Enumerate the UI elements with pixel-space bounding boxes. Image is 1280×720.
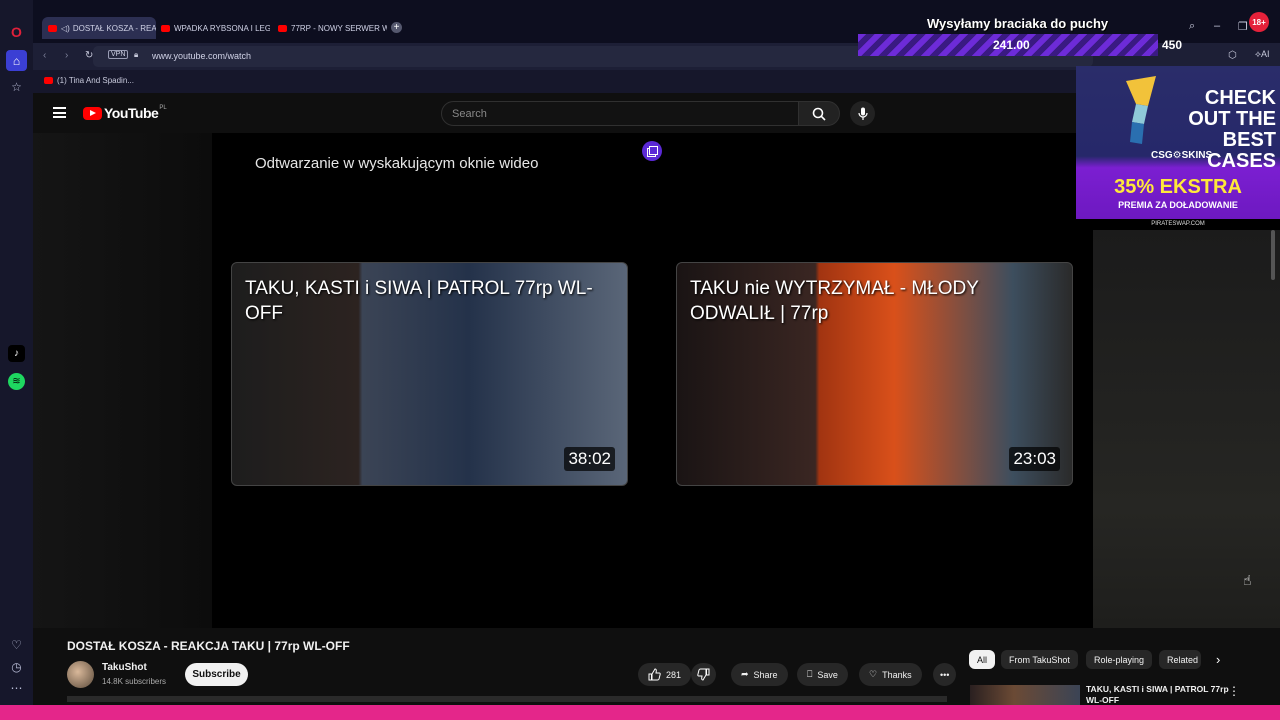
related-thumbnail[interactable]: [970, 685, 1080, 705]
ad-brand: CSG⚙SKINS: [1151, 150, 1213, 161]
description-strip: [67, 696, 947, 702]
endscreen-video-card[interactable]: TAKU nie WYTRZYMAŁ - MŁODY ODWALIŁ | 77r…: [676, 262, 1073, 486]
youtube-favicon-icon: [161, 24, 170, 32]
forward-icon[interactable]: ›: [65, 50, 68, 61]
ambient-right: [1093, 230, 1280, 628]
stream-bottom-bar: [0, 705, 1280, 720]
youtube-play-icon: [83, 106, 102, 120]
ambient-left: [33, 133, 212, 628]
opera-logo-icon[interactable]: O: [8, 23, 25, 40]
share-button[interactable]: ➦ Share: [731, 663, 788, 686]
card-duration: 38:02: [564, 447, 615, 471]
back-icon[interactable]: ‹: [43, 50, 46, 61]
url-text[interactable]: www.youtube.com/watch: [152, 51, 251, 61]
thanks-button[interactable]: ♡ Thanks: [859, 663, 922, 686]
card-title: TAKU, KASTI i SIWA | PATROL 77rp WL-OFF: [245, 278, 593, 324]
spotify-icon[interactable]: ≋: [8, 373, 25, 390]
search-icon: [812, 107, 826, 121]
ad-promo: 35% EKSTRA: [1114, 176, 1242, 198]
like-count: 281: [666, 669, 682, 680]
card-duration: 23:03: [1009, 447, 1060, 471]
youtube-logo-text: YouTube: [104, 105, 159, 121]
home-icon[interactable]: ⌂: [6, 50, 27, 71]
thanks-icon: ♡: [869, 669, 878, 679]
more-icon[interactable]: ⋯: [8, 679, 25, 696]
dislike-button[interactable]: [691, 663, 716, 686]
like-button[interactable]: 281: [638, 663, 692, 686]
heart-icon[interactable]: ♡: [8, 636, 25, 653]
chip-role-playing[interactable]: Role-playing: [1086, 650, 1153, 669]
vpn-badge[interactable]: VPN: [108, 50, 129, 59]
goal-current: 241.00: [993, 38, 1030, 52]
goal-target: 450: [1162, 38, 1183, 52]
microphone-icon: [857, 107, 868, 120]
video-meta: DOSTAŁ KOSZA - REAKCJA TAKU | 77rp WL-OF…: [33, 628, 1280, 705]
video-player[interactable]: Odtwarzanie w wyskakującym oknie wideo T…: [212, 133, 1093, 628]
chip-related[interactable]: Related: [1159, 650, 1201, 669]
tab-label: 77RP - NOWY SERWER W: [291, 23, 387, 33]
reload-icon[interactable]: ↻: [85, 50, 93, 61]
subscribe-button[interactable]: Subscribe: [185, 663, 248, 686]
ad-promo-sub: PREMIA ZA DOŁADOWANIE: [1118, 200, 1238, 210]
country-code: PL: [159, 105, 167, 111]
save-label: Save: [817, 669, 838, 680]
stream-goal-overlay: Wysyłamy braciaka do puchy 241.00 450 18…: [858, 12, 1280, 60]
youtube-favicon-icon: [48, 24, 57, 32]
subscriber-count: 14.8K subscribers: [102, 677, 167, 686]
related-title[interactable]: TAKU, KASTI i SIWA | PATROL 77rp WL-OFF: [1086, 684, 1231, 704]
new-tab-button[interactable]: +: [391, 22, 402, 33]
speaker-icon: ◁): [61, 23, 70, 33]
thumbs-up-icon: [648, 668, 661, 681]
star-icon[interactable]: ☆: [8, 78, 25, 95]
youtube-favicon-icon: [44, 77, 53, 84]
kebab-menu-icon[interactable]: ⋮: [1228, 684, 1240, 698]
save-button[interactable]: ⎕ Save: [797, 663, 848, 686]
hand-cursor-icon: ☝: [1243, 572, 1252, 588]
youtube-favicon-icon: [278, 24, 287, 32]
thanks-label: Thanks: [882, 669, 912, 680]
tab-label: WPADKA RYBSONA I LEG: [174, 23, 270, 33]
opera-sidebar: O ⌂ ☆ ♪ ≋ ♡ ◷ ⋯: [0, 0, 33, 705]
endscreen-video-card[interactable]: TAKU, KASTI i SIWA | PATROL 77rp WL-OFF …: [231, 262, 628, 486]
tab-wpadka-rybsona[interactable]: WPADKA RYBSONA I LEG: [155, 17, 270, 39]
voice-search-button[interactable]: [850, 101, 875, 126]
menu-icon[interactable]: [53, 107, 66, 118]
chip-all[interactable]: All: [969, 650, 996, 669]
history-icon[interactable]: ◷: [8, 658, 25, 675]
search-input[interactable]: Search: [441, 101, 799, 126]
scrollbar[interactable]: [1271, 230, 1275, 280]
share-label: Share: [753, 669, 778, 680]
channel-name[interactable]: TakuShot: [102, 662, 147, 673]
more-actions-button[interactable]: •••: [933, 663, 957, 686]
pip-icon[interactable]: [642, 141, 662, 161]
bookmark-label: (1) Tina And Spadin...: [57, 76, 134, 85]
chevron-right-icon[interactable]: ›: [1216, 652, 1220, 667]
tiktok-icon[interactable]: ♪: [8, 345, 25, 362]
goal-title: Wysyłamy braciaka do puchy: [927, 16, 1109, 31]
ad-footer: PIRATESWAP.COM: [1076, 219, 1280, 230]
knife-icon: [1126, 76, 1156, 144]
search-placeholder: Search: [452, 108, 487, 120]
thumbs-down-icon: [697, 668, 710, 681]
youtube-logo[interactable]: YouTube PL: [83, 105, 167, 121]
tab-77rp[interactable]: 77RP - NOWY SERWER W: [272, 17, 387, 39]
tab-label: DOSTAŁ KOSZA - REAK: [72, 23, 156, 33]
bookmark-item[interactable]: (1) Tina And Spadin...: [44, 76, 134, 85]
avatar[interactable]: [67, 661, 94, 688]
lock-icon: 🔒︎: [134, 50, 139, 59]
search-button[interactable]: [798, 101, 840, 126]
more-icon: •••: [940, 669, 950, 680]
share-icon: ➦: [741, 669, 749, 679]
pip-message: Odtwarzanie w wyskakującym oknie wideo: [255, 155, 539, 172]
card-title: TAKU nie WYTRZYMAŁ - MŁODY ODWALIŁ | 77r…: [690, 278, 979, 324]
sponsor-ad: CHECK OUT THE BEST CASES CSG⚙SKINS 35% E…: [1076, 66, 1280, 230]
bookmark-icon: ⎕: [807, 669, 813, 679]
video-title: DOSTAŁ KOSZA - REAKCJA TAKU | 77rp WL-OF…: [67, 639, 350, 653]
tab-dostal-kosza[interactable]: ◁) DOSTAŁ KOSZA - REAK: [42, 17, 156, 39]
chip-from-takushot[interactable]: From TakuShot: [1001, 650, 1078, 669]
age-badge: 18+: [1249, 12, 1269, 32]
